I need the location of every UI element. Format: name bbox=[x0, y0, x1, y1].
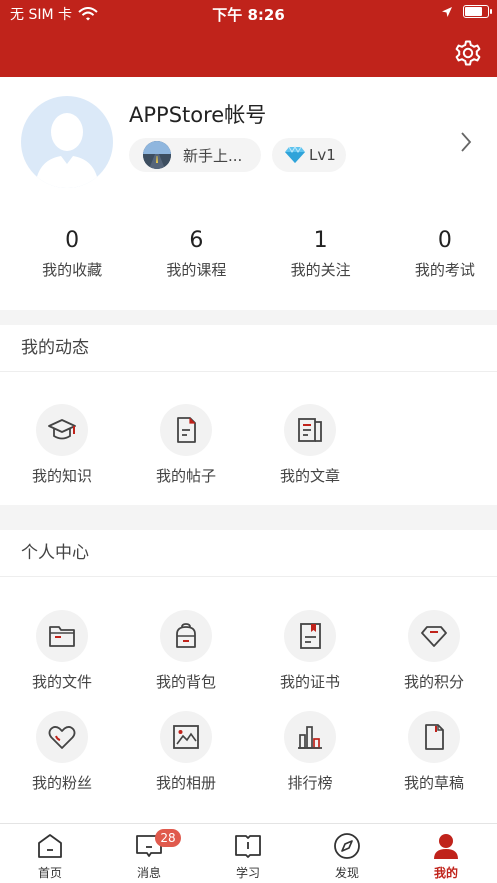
bottom-tab-bar: 首页 消息 28 学习 发现 我的 bbox=[0, 823, 497, 883]
level-label: Lv1 bbox=[309, 146, 336, 164]
tab-messages[interactable]: 消息 28 bbox=[99, 829, 199, 881]
stat-favorites[interactable]: 0 我的收藏 bbox=[20, 227, 124, 280]
grid-item-posts[interactable]: 我的帖子 bbox=[131, 404, 241, 486]
top-header: 无 SIM 卡 下午 8:26 bbox=[0, 0, 497, 77]
section-title: 我的动态 bbox=[0, 325, 497, 372]
tab-me[interactable]: 我的 bbox=[396, 831, 496, 881]
grid-label: 我的知识 bbox=[31, 467, 92, 485]
level-badge[interactable]: Lv1 bbox=[272, 138, 346, 172]
mortarboard-icon bbox=[36, 404, 88, 456]
diamond-icon bbox=[408, 610, 460, 662]
tab-discover[interactable]: 发现 bbox=[297, 831, 397, 881]
stat-label: 我的考试 bbox=[414, 261, 475, 279]
grid-item-points[interactable]: 我的积分 bbox=[379, 610, 489, 692]
grid-label: 我的积分 bbox=[403, 673, 464, 691]
grid-item-fans[interactable]: 我的粉丝 bbox=[7, 711, 117, 793]
rank-road-icon bbox=[143, 141, 171, 169]
grid-item-certificates[interactable]: 我的证书 bbox=[255, 610, 365, 692]
unread-badge: 28 bbox=[155, 829, 181, 847]
grid-label: 我的粉丝 bbox=[31, 774, 92, 792]
stat-value: 0 bbox=[437, 228, 452, 253]
article-icon bbox=[284, 404, 336, 456]
home-icon bbox=[38, 834, 62, 858]
tab-study[interactable]: 学习 bbox=[198, 831, 298, 881]
battery-fill bbox=[465, 7, 482, 16]
stats-row: 0 我的收藏 6 我的课程 1 我的关注 0 我的考试 bbox=[0, 227, 497, 280]
stat-label: 我的课程 bbox=[166, 261, 227, 279]
stat-value: 1 bbox=[313, 228, 328, 253]
tab-label: 发现 bbox=[334, 866, 359, 880]
diamond-gem-icon bbox=[285, 146, 305, 163]
stat-value: 6 bbox=[189, 228, 204, 253]
grid-label: 我的相册 bbox=[155, 774, 216, 792]
stat-label: 我的关注 bbox=[290, 261, 351, 279]
grid-label: 我的文章 bbox=[279, 467, 340, 485]
heart-icon bbox=[36, 711, 88, 763]
grid-item-files[interactable]: 我的文件 bbox=[7, 610, 117, 692]
photo-icon bbox=[160, 711, 212, 763]
grid-label: 我的证书 bbox=[279, 673, 340, 691]
backpack-icon bbox=[160, 610, 212, 662]
rank-badge[interactable]: 新手上... bbox=[129, 138, 261, 172]
bar-chart-icon bbox=[284, 711, 336, 763]
avatar[interactable] bbox=[21, 96, 113, 188]
compass-icon bbox=[334, 833, 360, 859]
user-icon bbox=[434, 834, 458, 859]
status-time: 下午 8:26 bbox=[212, 6, 285, 24]
folder-icon bbox=[36, 610, 88, 662]
section-title: 个人中心 bbox=[0, 530, 497, 577]
gear-icon[interactable] bbox=[453, 38, 483, 68]
tab-label: 我的 bbox=[433, 866, 458, 880]
grid-item-backpack[interactable]: 我的背包 bbox=[131, 610, 241, 692]
default-avatar-icon bbox=[35, 113, 99, 188]
grid-item-album[interactable]: 我的相册 bbox=[131, 711, 241, 793]
dynamics-section: 我的动态 我的知识 我的帖子 我的文章 bbox=[0, 325, 497, 505]
grid-item-knowledge[interactable]: 我的知识 bbox=[7, 404, 117, 486]
status-right bbox=[441, 5, 492, 18]
grid-label: 我的背包 bbox=[155, 673, 216, 691]
stat-following[interactable]: 1 我的关注 bbox=[269, 227, 373, 280]
rank-label: 新手上... bbox=[183, 146, 243, 165]
grid-label: 我的文件 bbox=[31, 673, 92, 691]
location-arrow-icon bbox=[442, 6, 452, 17]
chevron-right-icon[interactable] bbox=[459, 131, 473, 153]
certificate-icon bbox=[284, 610, 336, 662]
grid-item-ranking[interactable]: 排行榜 bbox=[255, 711, 365, 793]
tab-label: 学习 bbox=[235, 866, 260, 880]
stat-value: 0 bbox=[65, 228, 80, 253]
battery-icon bbox=[463, 5, 492, 18]
grid-label: 我的草稿 bbox=[403, 774, 464, 792]
profile-card: APPStore帐号 新手上... Lv1 0 我的收藏 6 我的课程 1 我的… bbox=[0, 77, 497, 310]
grid-item-articles[interactable]: 我的文章 bbox=[255, 404, 365, 486]
post-icon bbox=[160, 404, 212, 456]
stat-label: 我的收藏 bbox=[42, 261, 103, 279]
username: APPStore帐号 bbox=[129, 103, 267, 127]
grid-label: 我的帖子 bbox=[155, 467, 216, 485]
draft-icon bbox=[408, 711, 460, 763]
tab-home[interactable]: 首页 bbox=[0, 831, 100, 881]
book-icon bbox=[235, 835, 261, 858]
personal-center-section: 个人中心 我的文件 我的背包 我的证书 我的积分 我的粉丝 我的相册 排行榜 我… bbox=[0, 530, 497, 823]
stat-exams[interactable]: 0 我的考试 bbox=[393, 227, 497, 280]
status-bar: 无 SIM 卡 下午 8:26 bbox=[0, 0, 497, 26]
stat-courses[interactable]: 6 我的课程 bbox=[144, 227, 248, 280]
grid-item-drafts[interactable]: 我的草稿 bbox=[379, 711, 489, 793]
tab-label: 首页 bbox=[37, 866, 62, 880]
tab-label: 消息 bbox=[136, 866, 161, 880]
grid-label: 排行榜 bbox=[287, 774, 333, 792]
